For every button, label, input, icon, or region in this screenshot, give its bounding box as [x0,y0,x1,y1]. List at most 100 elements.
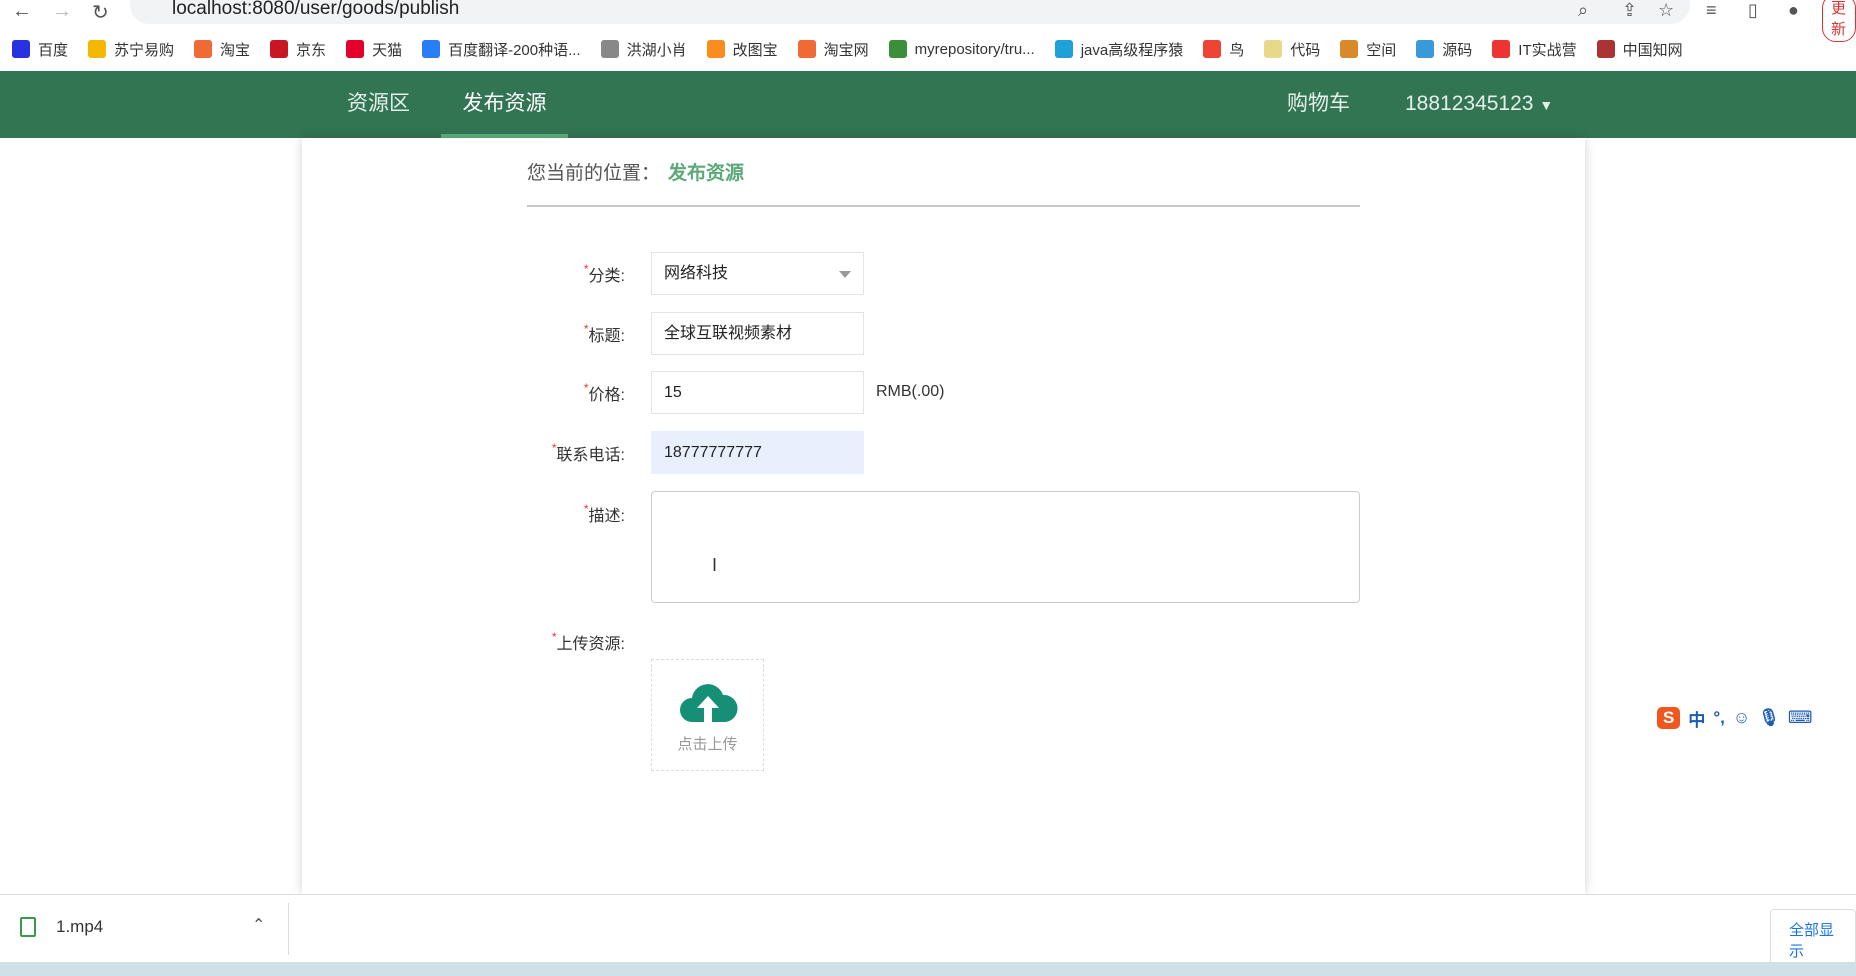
taskbar-strip [0,962,1856,976]
bookmark-favicon-icon [600,40,619,58]
breadcrumb-current: 发布资源 [668,163,745,184]
bookmark-favicon-icon [12,40,30,58]
divider [288,903,289,955]
breadcrumb: 您当前的位置： 发布资源 [527,158,744,185]
bookmark-favicon-icon [194,40,213,58]
label-text: 描述: [588,508,625,525]
top-navbar: 资源区 发布资源 购物车 18812345123 ▼ [0,71,1856,138]
bookmarks-bar: 百度 苏宁易购 淘宝 京东 天猫 百度翻译-200种语... 洪湖小肖 改图宝 淘宝网 myrep… [0,33,1856,65]
category-label: *分类: [425,262,625,286]
price-unit: RMB(.00) [876,383,945,400]
bookmark-item[interactable]: 百度 [12,39,68,60]
bookmark-item[interactable]: myrepository/tru... [888,40,1035,58]
bookmark-label: 京东 [296,41,327,59]
download-filename[interactable]: 1.mp4 [56,917,103,937]
bookmark-label: 天猫 [372,41,403,59]
bookmark-label: 鸟 [1229,41,1245,59]
bookmark-item[interactable]: 代码 [1264,39,1320,60]
bookmark-favicon-icon [88,40,107,58]
bookmark-item[interactable]: IT实战营 [1492,39,1577,60]
label-text: 价格: [588,387,625,404]
upload-button[interactable]: 点击上传 [651,659,764,771]
bookmark-label: 淘宝网 [823,41,869,59]
video-file-icon [20,917,36,937]
url-input[interactable]: localhost:8080/user/goods/publish [130,0,1690,24]
bookmark-favicon-icon [1264,40,1283,58]
share-icon[interactable]: ⇪ [1622,0,1637,21]
bookmark-label: 源码 [1442,41,1473,59]
description-label: *描述: [425,502,625,526]
bookmark-label: 淘宝 [220,41,251,59]
back-icon[interactable]: ← [12,0,32,23]
bookmark-item[interactable]: 中国知网 [1596,39,1683,60]
reading-list-icon[interactable]: ≡ [1706,0,1717,21]
bookmark-favicon-icon [1203,40,1222,58]
profile-icon[interactable]: ● [1788,0,1799,21]
star-icon[interactable]: ☆ [1658,0,1674,21]
category-select[interactable]: 网络科技 [651,252,864,295]
title-label: *标题: [425,322,625,346]
bookmark-label: 改图宝 [732,41,778,59]
bookmark-item[interactable]: 苏宁易购 [88,39,174,60]
reload-icon[interactable]: ↻ [92,0,109,25]
category-value: 网络科技 [664,265,729,282]
divider [527,205,1360,207]
bookmark-favicon-icon [1596,40,1615,58]
label-text: 上传资源: [556,636,625,653]
bookmark-item[interactable]: 空间 [1340,39,1396,60]
dropdown-arrow-icon [839,271,851,278]
bookmark-item[interactable]: 改图宝 [706,39,778,60]
label-text: 分类: [588,268,625,285]
bookmark-label: 百度翻译-200种语... [448,41,581,59]
bookmark-favicon-icon [346,40,365,58]
bookmark-item[interactable]: 鸟 [1203,39,1244,60]
label-text: 联系电话: [556,447,625,464]
bookmark-label: 空间 [1366,41,1397,59]
bookmark-favicon-icon [1416,40,1435,58]
title-input[interactable]: 全球互联视频素材 [651,312,864,355]
ime-mode[interactable]: 中 [1688,706,1705,731]
bookmark-favicon-icon [797,40,816,58]
bookmark-item[interactable]: java高级程序猿 [1054,39,1184,60]
bookmark-label: 百度 [38,41,69,59]
bookmark-label: java高级程序猿 [1080,41,1184,59]
price-input[interactable]: 15 [651,371,864,414]
emoji-icon[interactable]: ☺ [1733,708,1750,728]
browser-address-bar: ← → ↻ localhost:8080/user/goods/publish … [0,0,1856,42]
chevron-up-icon[interactable]: ⌃ [252,915,265,935]
user-menu[interactable]: 18812345123 ▼ [1405,71,1553,138]
forward-icon[interactable]: → [52,0,72,23]
bookmark-label: IT实战营 [1518,41,1577,59]
breadcrumb-prefix: 您当前的位置： [527,163,661,184]
bookmark-item[interactable]: 洪湖小肖 [600,39,687,60]
text-cursor-icon: I [712,555,718,575]
mic-icon[interactable]: 🎙 [1758,708,1780,728]
bookmark-item[interactable]: 天猫 [346,39,402,60]
bookmark-item[interactable]: 淘宝 [194,39,250,60]
ime-toolbar[interactable]: S 中 °, ☺ 🎙 ⌨ [1657,702,1812,734]
nav-resources[interactable]: 资源区 [347,71,410,138]
bookmark-item[interactable]: 百度翻译-200种语... [422,39,581,60]
nav-cart[interactable]: 购物车 [1287,71,1350,138]
bookmark-favicon-icon [422,40,441,58]
sidebar-icon[interactable]: ▯ [1748,0,1758,21]
bookmark-item[interactable]: 源码 [1416,39,1472,60]
bookmark-item[interactable]: 淘宝网 [797,39,869,60]
description-textarea[interactable] [651,491,1360,603]
phone-input[interactable]: 18777777777 [651,431,864,474]
keyboard-icon[interactable]: ⌨ [1788,708,1813,728]
bookmark-favicon-icon [270,40,289,58]
url-text: localhost:8080/user/goods/publish [172,0,460,19]
bookmark-favicon-icon [888,40,907,58]
sogou-logo-icon: S [1657,707,1681,729]
ime-punct[interactable]: °, [1713,708,1725,728]
bookmark-label: myrepository/tru... [914,40,1035,58]
bookmark-favicon-icon [1054,40,1073,58]
bookmark-label: 苏宁易购 [114,41,175,59]
bookmark-item[interactable]: 京东 [270,39,326,60]
nav-publish[interactable]: 发布资源 [441,71,568,138]
download-bar: 1.mp4 ⌃ 全部显示 [0,894,1856,971]
zoom-icon[interactable]: ⌕ [1578,0,1588,21]
cloud-upload-icon [679,684,738,722]
bookmark-label: 中国知网 [1622,41,1683,59]
